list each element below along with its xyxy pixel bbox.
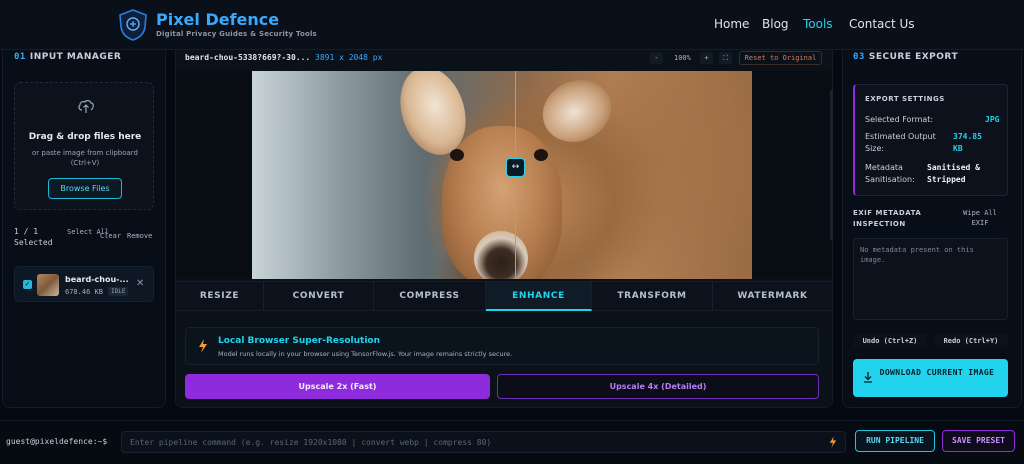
- zoom-out-button[interactable]: -: [650, 52, 663, 64]
- tool-tabs: RESIZE CONVERT COMPRESS ENHANCE TRANSFOR…: [176, 281, 832, 311]
- photo-shape: [474, 231, 528, 279]
- file-status-badge: IDLE: [108, 287, 129, 296]
- photo-shape: [534, 149, 548, 161]
- download-current-image-button[interactable]: DOWNLOAD CURRENT IMAGE: [853, 359, 1008, 397]
- nav-blog[interactable]: Blog: [762, 17, 789, 31]
- upscale-2x-button[interactable]: Upscale 2x (Fast): [185, 374, 490, 399]
- lightning-bolt-icon: [829, 436, 837, 448]
- run-pipeline-button[interactable]: RUN PIPELINE: [855, 430, 935, 452]
- exif-metadata-box: No metadata present on this image.: [853, 238, 1008, 320]
- pipeline-command-input[interactable]: [121, 431, 846, 453]
- upload-cloud-icon: [78, 100, 94, 113]
- section-number: 03: [853, 52, 865, 62]
- export-settings-title: EXPORT SETTINGS: [865, 95, 945, 103]
- image-file-name: beard-chou-5338?669?-30...: [185, 53, 311, 62]
- browse-files-button[interactable]: Browse Files: [48, 178, 122, 199]
- file-size: 678.46 KB: [65, 288, 103, 296]
- image-canvas[interactable]: ↔: [176, 71, 832, 279]
- clear-button[interactable]: Clear: [100, 232, 121, 241]
- download-label: DOWNLOAD CURRENT IMAGE: [879, 368, 995, 377]
- output-size-value: 374.85 KB: [953, 132, 982, 153]
- top-header: Pixel Defence Digital Privacy Guides & S…: [0, 0, 1024, 50]
- metadata-label: Metadata Sanitisation:: [865, 163, 915, 184]
- dropzone-title: Drag & drop files here: [28, 132, 142, 142]
- brand[interactable]: Pixel Defence Digital Privacy Guides & S…: [156, 10, 317, 38]
- terminal-prompt: guest@pixeldefence:~$: [6, 437, 108, 446]
- select-all-button[interactable]: Select All: [67, 228, 109, 237]
- file-thumbnail: [37, 274, 59, 296]
- tab-enhance[interactable]: ENHANCE: [486, 282, 592, 311]
- zoom-in-button[interactable]: +: [700, 52, 713, 64]
- wipe-exif-button[interactable]: Wipe All EXIF: [954, 208, 1006, 228]
- tab-convert[interactable]: CONVERT: [264, 282, 374, 311]
- dropzone-subtitle: or paste image from clipboard (Ctrl+V): [32, 149, 138, 167]
- secure-export-title: 03 SECURE EXPORT: [853, 52, 958, 62]
- reset-to-original-button[interactable]: Reset to Original: [739, 51, 822, 65]
- output-size-label: Estimated Output Size:: [865, 132, 936, 153]
- section-number: 01: [14, 52, 26, 62]
- file-name: beard-chou-...: [65, 275, 129, 284]
- remove-file-close-icon[interactable]: ✕: [136, 278, 144, 289]
- nav-contact-us[interactable]: Contact Us: [849, 17, 915, 31]
- file-dropzone[interactable]: Drag & drop files here or paste image fr…: [14, 82, 154, 210]
- fit-screen-icon[interactable]: ⛶: [719, 52, 732, 64]
- selection-count: 1 / 1: [14, 227, 39, 236]
- format-label: Selected Format:: [865, 115, 934, 124]
- image-dimensions: 3891 x 2048 px: [315, 53, 383, 62]
- format-value: JPG: [985, 115, 1000, 124]
- nav-home[interactable]: Home: [714, 17, 749, 31]
- tab-transform[interactable]: TRANSFORM: [592, 282, 713, 311]
- shield-logo-icon[interactable]: [118, 9, 148, 41]
- brand-name: Pixel Defence: [156, 10, 280, 29]
- section-title: SECURE EXPORT: [868, 52, 959, 62]
- lightning-bolt-icon: [199, 339, 207, 353]
- exif-inspection-title: EXIF METADATA INSPECTION: [853, 209, 922, 228]
- super-resolution-description: Model runs locally in your browser using…: [218, 350, 513, 358]
- tab-resize[interactable]: RESIZE: [176, 282, 264, 311]
- file-checkbox[interactable]: ✓: [23, 280, 32, 289]
- brand-tagline: Digital Privacy Guides & Security Tools: [156, 30, 317, 38]
- tab-compress[interactable]: COMPRESS: [374, 282, 486, 311]
- image-preview: ↔: [252, 71, 752, 279]
- pipeline-bar: guest@pixeldefence:~$ RUN PIPELINE SAVE …: [0, 420, 1024, 464]
- export-settings-box: EXPORT SETTINGS Selected Format: JPG Est…: [853, 84, 1008, 196]
- image-toolbar: beard-chou-5338?669?-30... 3891 x 2048 p…: [175, 50, 833, 70]
- file-list-item[interactable]: ✓ beard-chou-... 678.46 KB IDLE ✕: [14, 266, 154, 302]
- exif-empty-message: No metadata present on this image.: [860, 246, 974, 264]
- undo-button[interactable]: Undo (Ctrl+Z): [853, 334, 927, 348]
- super-resolution-title: Local Browser Super-Resolution: [218, 336, 381, 346]
- download-icon: [864, 372, 872, 383]
- photo-shape: [532, 71, 622, 153]
- nav-tools[interactable]: Tools: [803, 17, 833, 31]
- metadata-value: Sanitised & Stripped: [927, 163, 980, 184]
- zoom-level: 100%: [674, 54, 691, 62]
- photo-shape: [450, 149, 464, 161]
- selection-label: Selected: [14, 238, 53, 247]
- remove-button[interactable]: Remove: [127, 232, 152, 241]
- section-title: INPUT MANAGER: [29, 52, 122, 62]
- save-preset-button[interactable]: SAVE PRESET: [942, 430, 1015, 452]
- canvas-scrollbar[interactable]: [830, 90, 833, 240]
- selection-counter: 1 / 1 Selected: [14, 226, 53, 248]
- upscale-4x-button[interactable]: Upscale 4x (Detailed): [497, 374, 819, 399]
- redo-button[interactable]: Redo (Ctrl+Y): [934, 334, 1008, 348]
- super-resolution-info: Local Browser Super-Resolution Model run…: [185, 327, 819, 365]
- input-manager-title: 01 INPUT MANAGER: [14, 52, 121, 62]
- tab-watermark[interactable]: WATERMARK: [713, 282, 832, 311]
- compare-split-handle[interactable]: ↔: [506, 158, 525, 177]
